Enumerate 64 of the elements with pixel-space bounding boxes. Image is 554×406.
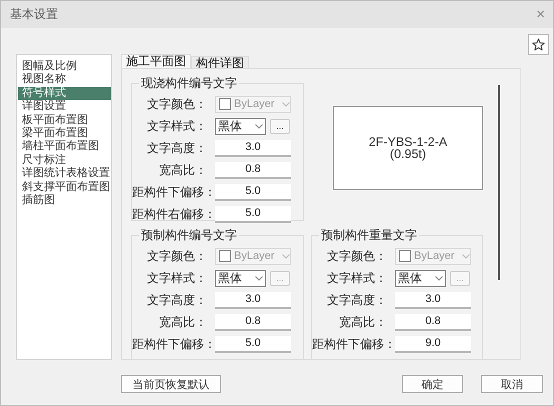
number-field[interactable]: 9.0 [395,336,471,352]
number-field[interactable]: 0.8 [215,162,291,178]
field-label: 宽高比： [158,314,208,330]
number-field[interactable]: 0.8 [395,314,471,330]
chevron-icon [282,254,290,258]
tab[interactable]: 施工平面图 [121,54,191,68]
window-title: 基本设置 [10,6,58,23]
list-item[interactable]: 详图统计表格设置 [18,167,111,181]
scrollbar[interactable] [498,85,500,280]
group-title: 预制构件编号文字 [140,227,238,244]
number-field[interactable]: 3.0 [215,140,291,156]
chevron-icon [282,102,290,106]
list-item[interactable]: 尺寸标注 [18,154,111,168]
number-field[interactable]: 0.8 [215,314,291,330]
star-icon [532,38,545,51]
field-label: 文字高度： [146,140,208,156]
style-dropdown[interactable]: 黑体 [215,270,266,286]
field-label: 宽高比： [158,162,208,178]
field-label: 文字样式： [146,118,208,134]
field-label: 距构件下偏移： [312,336,395,352]
more-button[interactable]: ... [270,118,290,134]
list-item[interactable]: 图幅及比例 [18,60,111,74]
list-item[interactable]: 梁平面布置图 [18,126,111,140]
list-item[interactable]: 斜支撑平面布置图 [18,180,111,194]
chevron-icon [255,124,263,128]
dialog-button[interactable]: 确定 [402,375,464,393]
field-label: 文字样式： [326,270,388,286]
style-dropdown[interactable]: 黑体 [215,118,266,134]
field-label: 距构件右偏移： [132,206,215,222]
list-item[interactable]: 插筋图 [18,194,111,208]
list-item[interactable]: 详图设置 [18,100,111,114]
number-field[interactable]: 5.0 [215,206,291,222]
list-item[interactable]: 板平面布置图 [18,114,111,127]
chevron-icon [435,276,443,280]
style-dropdown[interactable]: 黑体 [395,270,446,286]
field-label: 文字颜色： [146,248,208,264]
field-label: 文字颜色： [146,96,208,112]
field-label: 文字颜色： [326,248,388,264]
field-label: 宽高比： [338,314,388,330]
number-field[interactable]: 3.0 [395,292,471,308]
number-field[interactable]: 3.0 [215,292,291,308]
chevron-icon [255,276,263,280]
list-item[interactable]: 视图名称 [18,73,111,87]
field-label: 文字样式： [146,270,208,286]
list-item[interactable]: 墙柱平面布置图 [18,140,111,154]
color-swatch-icon [219,250,231,262]
number-field[interactable]: 5.0 [215,184,291,200]
preview-text: 2F-YBS-1-2-A [368,136,448,148]
preview-text: (0.95t) [390,148,426,160]
field-label: 文字高度： [326,292,388,308]
tab[interactable]: 构件详图 [191,56,249,68]
group-title: 预制构件重量文字 [320,227,418,244]
field-label: 距构件下偏移： [132,336,215,352]
field-label: 距构件下偏移： [132,184,215,200]
field-label: 文字高度： [146,292,208,308]
list-item[interactable]: 符号样式 [18,86,111,100]
color-swatch-icon [219,98,231,110]
favorite-button[interactable] [528,34,549,55]
color-swatch-icon [399,250,411,262]
chevron-icon [462,254,470,258]
group-title: 现浇构件编号文字 [140,75,238,92]
dialog-button[interactable]: 取消 [481,375,543,393]
reset-button[interactable]: 当前页恢复默认 [121,375,221,393]
number-field[interactable]: 5.0 [215,336,291,352]
